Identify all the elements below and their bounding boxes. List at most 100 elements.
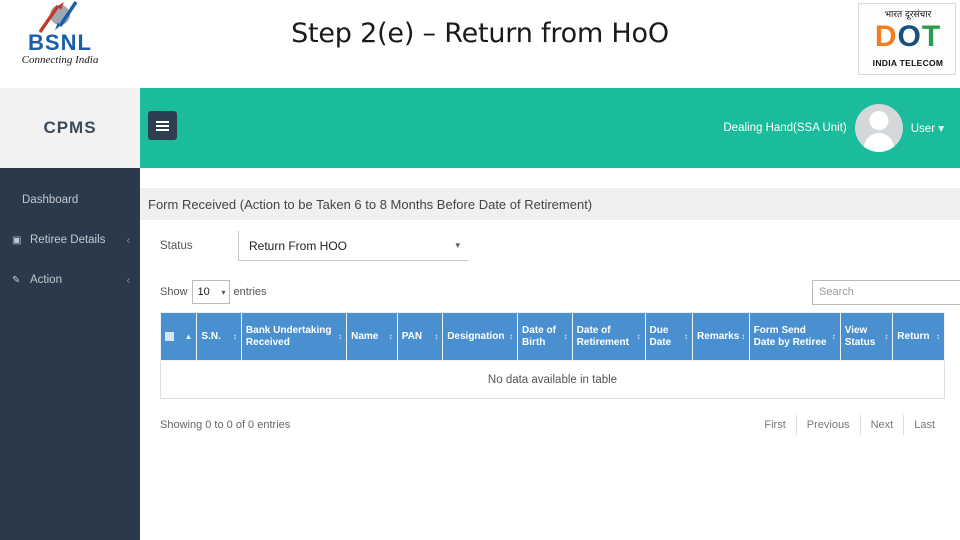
column-date-of-retirement[interactable]: Date of Retirement ↕ [571,312,646,361]
panel-heading: Form Received (Action to be Taken 6 to 8… [140,188,960,220]
sort-icon: ↕ [936,331,940,341]
status-filter-row: Status Return From HOO ▾ [148,220,960,272]
topbar: Dealing Hand(SSA Unit) User ▾ [140,88,960,168]
pagination: First Previous Next Last [754,415,945,435]
topbar-right: Dealing Hand(SSA Unit) User ▾ [723,88,944,168]
column-label: View Status [844,325,876,348]
column-view-status[interactable]: View Status ↕ [839,312,894,361]
dot-letter-t: T [921,20,942,53]
dot-monogram: DOT [859,20,957,54]
dot-logo: भारत दूरसंचार DOT INDIA TELECOM [858,3,956,75]
avatar [854,104,903,152]
pagination-last[interactable]: Last [903,415,945,435]
status-label: Status [160,240,193,252]
pagination-previous[interactable]: Previous [795,415,860,435]
column-label: Due Date [649,325,672,348]
column-label: Date of Birth [522,325,556,348]
bsnl-logo: BSNL Connecting India [8,0,112,84]
column-label: Form Send Date by Retiree [753,325,827,348]
show-label: Show [160,286,188,298]
avatar-body [863,133,894,152]
user-role-label: Dealing Hand(SSA Unit) [723,122,847,134]
edit-icon: ✎ [12,274,21,286]
bsnl-wordmark: BSNL [28,30,92,55]
dot-hindi-text: भारत दूरसंचार [884,10,932,20]
column-label: PAN [401,330,423,342]
chevron-left-icon: ‹ [126,234,130,246]
column-form-send-date-by-retiree[interactable]: Form Send Date by Retiree ↕ [748,312,841,361]
column-pan[interactable]: PAN ↕ [396,312,444,361]
retiree-details-icon: ▣ [12,234,22,246]
chevron-left-icon: ‹ [126,274,130,286]
table-head: ▲ S.N. ↕ Bank Undertaking Received ↕ Nam… [159,312,945,361]
sort-asc-icon: ▲ [184,331,193,341]
sidebar: CPMS Dashboard ▣ Retiree Details ‹ ✎ Act… [0,88,140,540]
sort-icon: ↕ [684,331,689,341]
select-all-checkbox-icon[interactable] [165,332,174,341]
sort-icon: ↕ [338,331,343,341]
showing-entries-info: Showing 0 to 0 of 0 entries [160,419,291,431]
sidebar-item-label: Retiree Details [30,234,106,246]
column-sn[interactable]: S.N. ↕ [196,312,242,361]
search-wrapper [812,279,960,305]
column-label: Designation [447,330,505,342]
sidebar-item-retiree-details[interactable]: ▣ Retiree Details ‹ [0,220,140,260]
sort-icon: ↕ [563,331,568,341]
sidebar-item-label: Action [30,274,62,286]
app-brand[interactable]: CPMS [0,88,140,168]
column-date-of-birth[interactable]: Date of Birth ↕ [517,312,573,361]
sort-icon: ↕ [434,331,439,341]
table-controls: Show 10 ▾ entries [148,272,960,312]
application-screenshot: CPMS Dashboard ▣ Retiree Details ‹ ✎ Act… [0,88,960,540]
column-label: S.N. [201,330,221,342]
status-select-value: Return From HOO [249,238,348,253]
sort-icon: ↕ [509,331,514,341]
column-return[interactable]: Return ↕ [892,312,945,361]
column-designation[interactable]: Designation ↕ [442,312,519,361]
entries-per-page-select[interactable]: 10 ▾ [191,280,230,304]
table-body: No data available in table [160,360,945,399]
chevron-down-icon: ▾ [221,287,226,297]
table-empty-row: No data available in table [160,360,945,399]
empty-message: No data available in table [160,360,945,399]
dot-letter-d: D [874,20,898,53]
avatar-head [869,111,889,130]
column-label: Return [897,330,930,342]
sidebar-item-action[interactable]: ✎ Action ‹ [0,260,140,300]
sidebar-nav: Dashboard ▣ Retiree Details ‹ ✎ Action ‹ [0,168,140,300]
sort-icon: ↕ [884,331,889,341]
panel-body: Status Return From HOO ▾ Show 10 ▾ entri… [148,220,960,435]
status-select[interactable]: Return From HOO ▾ [238,231,468,261]
hamburger-icon [156,119,169,133]
pagination-first[interactable]: First [754,415,795,435]
column-bank-undertaking-received[interactable]: Bank Undertaking Received ↕ [240,312,348,361]
search-input[interactable] [812,279,960,305]
column-select-all[interactable]: ▲ [159,312,198,361]
pagination-next[interactable]: Next [859,415,904,435]
sort-icon: ↕ [741,331,746,341]
slide-title: Step 2(e) – Return from HoO [291,18,669,49]
chevron-down-icon: ▾ [455,240,460,250]
table-header-row: ▲ S.N. ↕ Bank Undertaking Received ↕ Nam… [159,312,945,361]
user-menu-button[interactable]: User ▾ [911,121,944,135]
sidebar-item-dashboard[interactable]: Dashboard [0,180,140,220]
dot-caption: INDIA TELECOM [872,58,944,68]
bsnl-tagline: Connecting India [21,54,99,66]
column-label: Date of Retirement [576,325,629,348]
column-name[interactable]: Name ↕ [346,312,398,361]
sort-icon: ↕ [388,331,393,341]
column-due-date[interactable]: Due Date ↕ [644,312,694,361]
entries-label: entries [233,286,267,298]
retiree-table: ▲ S.N. ↕ Bank Undertaking Received ↕ Nam… [159,312,945,399]
show-entries-control: Show 10 ▾ entries [160,280,267,304]
column-label: Name [351,330,379,342]
column-label: Remarks [697,330,740,342]
menu-toggle-button[interactable] [148,111,177,140]
column-remarks[interactable]: Remarks ↕ [692,312,750,361]
dot-letter-o: O [897,20,922,53]
sort-icon: ↕ [232,331,237,341]
bsnl-arrow-icon [38,1,78,33]
app-brand-label: CPMS [43,118,97,137]
sidebar-item-label: Dashboard [22,194,79,206]
sort-icon: ↕ [636,331,641,341]
